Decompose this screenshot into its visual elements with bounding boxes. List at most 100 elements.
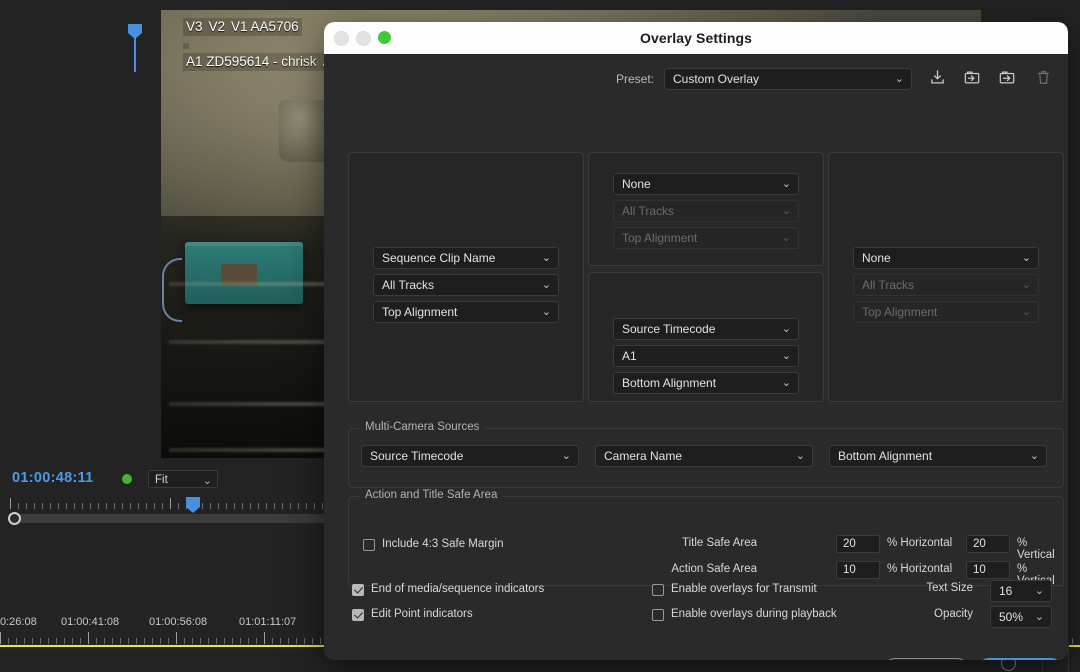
midtop-alignment-select: Top Alignment ⌄ — [613, 227, 799, 249]
ruler-tick — [320, 638, 321, 644]
ruler-tick — [48, 638, 49, 644]
enable-overlays-playback-checkbox[interactable] — [652, 609, 664, 621]
region-middle-bottom-controls: Source Timecode ⌄ A1 ⌄ Bottom Alignment … — [613, 318, 799, 399]
monitor-playhead[interactable] — [186, 497, 200, 513]
include-43-safe-margin-checkbox[interactable] — [363, 539, 375, 551]
title-safe-vertical-input[interactable]: 20 — [966, 535, 1010, 553]
text-size-label: Text Size — [908, 582, 973, 594]
overlay-track-line: V3 — [183, 18, 206, 36]
preset-row: Preset: Custom Overlay ⌄ — [324, 68, 1068, 92]
timeline-divider — [1068, 645, 1069, 672]
end-of-media-indicators-checkbox[interactable] — [352, 584, 364, 596]
monitor-zoom-handle-left[interactable] — [8, 512, 21, 525]
chevron-down-icon: ⌄ — [782, 201, 791, 222]
right-overlay-type-value: None — [862, 251, 891, 265]
export-preset-icon[interactable] — [994, 66, 1020, 92]
midbot-alignment-select[interactable]: Bottom Alignment ⌄ — [613, 372, 799, 394]
region-right-controls: None ⌄ All Tracks ⌄ Top Alignment ⌄ — [853, 247, 1039, 328]
left-alignment-select[interactable]: Top Alignment ⌄ — [373, 301, 559, 323]
mcs-name-select[interactable]: Camera Name ⌄ — [595, 445, 813, 467]
left-overlay-type-value: Sequence Clip Name — [382, 251, 495, 265]
title-safe-vertical-value: 20 — [973, 538, 986, 550]
chevron-down-icon: ⌄ — [782, 319, 791, 340]
mcs-source-select[interactable]: Source Timecode ⌄ — [361, 445, 579, 467]
ruler-tick — [138, 503, 139, 509]
overlay-track-line: V1 AA5706 — [228, 18, 302, 36]
ruler-tick — [154, 503, 155, 509]
ruler-tick — [58, 503, 59, 509]
ruler-tick — [176, 632, 177, 644]
chevron-down-icon: ⌄ — [1022, 248, 1031, 269]
midtop-overlay-type-select[interactable]: None ⌄ — [613, 173, 799, 195]
ruler-tick — [304, 638, 305, 644]
ruler-tick — [90, 503, 91, 509]
ruler-tick — [98, 503, 99, 509]
preset-select[interactable]: Custom Overlay ⌄ — [664, 68, 912, 90]
title-safe-horizontal-value: 20 — [843, 538, 856, 550]
monitor-left-handle[interactable] — [162, 258, 182, 322]
midbot-overlay-type-select[interactable]: Source Timecode ⌄ — [613, 318, 799, 340]
region-panel-middle-top: None ⌄ All Tracks ⌄ Top Alignment ⌄ — [588, 152, 824, 266]
delete-preset-icon[interactable] — [1030, 66, 1056, 92]
region-middle-top-controls: None ⌄ All Tracks ⌄ Top Alignment ⌄ — [613, 173, 799, 254]
ruler-tick — [192, 638, 193, 644]
ruler-tick — [288, 638, 289, 644]
ruler-tick — [40, 638, 41, 644]
chevron-down-icon: ⌄ — [782, 346, 791, 367]
action-safe-vertical-value: 10 — [973, 564, 986, 576]
timeline-playhead[interactable] — [128, 24, 142, 39]
text-size-select[interactable]: 16 ⌄ — [990, 580, 1052, 602]
mcs-alignment-select[interactable]: Bottom Alignment ⌄ — [829, 445, 1047, 467]
chevron-down-icon: ⌄ — [782, 373, 791, 394]
ruler-tick — [240, 638, 241, 644]
save-preset-icon[interactable] — [924, 66, 950, 92]
enable-overlays-playback-label: Enable overlays during playback — [671, 608, 837, 620]
window-controls[interactable] — [334, 31, 391, 46]
left-track-select[interactable]: All Tracks ⌄ — [373, 274, 559, 296]
chevron-down-icon: ⌄ — [203, 472, 212, 490]
overlay-settings-dialog[interactable]: Overlay Settings Preset: Custom Overlay … — [324, 22, 1068, 660]
enable-overlays-transmit-label: Enable overlays for Transmit — [671, 583, 817, 595]
ruler-tick — [1072, 638, 1073, 644]
chevron-down-icon: ⌄ — [1035, 607, 1044, 628]
timeline-time-label: 01:01:11:07 — [239, 616, 296, 628]
title-safe-vertical-unit: % Vertical — [1017, 537, 1063, 561]
minimize-button[interactable] — [356, 31, 371, 46]
right-alignment-select: Top Alignment ⌄ — [853, 301, 1039, 323]
import-preset-icon[interactable] — [959, 66, 985, 92]
midbot-track-select[interactable]: A1 ⌄ — [613, 345, 799, 367]
ruler-tick — [314, 503, 315, 509]
safe-area-section: Action and Title Safe Area Include 4:3 S… — [348, 496, 1064, 586]
enable-overlays-transmit-checkbox[interactable] — [652, 584, 664, 596]
ruler-tick — [72, 638, 73, 644]
dialog-titlebar[interactable]: Overlay Settings — [324, 22, 1068, 54]
cancel-button[interactable]: Cancel — [884, 658, 968, 660]
opacity-select[interactable]: 50% ⌄ — [990, 606, 1052, 628]
zoom-level-select[interactable]: Fit ⌄ — [148, 470, 218, 488]
title-safe-horizontal-input[interactable]: 20 — [836, 535, 880, 553]
action-safe-horizontal-input[interactable]: 10 — [836, 561, 880, 579]
ruler-tick — [128, 638, 129, 644]
close-button[interactable] — [334, 31, 349, 46]
chevron-down-icon: ⌄ — [542, 302, 551, 323]
action-safe-area-label: Action Safe Area — [671, 563, 757, 575]
ruler-tick — [280, 638, 281, 644]
ruler-tick — [226, 503, 227, 509]
ruler-tick — [200, 638, 201, 644]
left-overlay-type-select[interactable]: Sequence Clip Name ⌄ — [373, 247, 559, 269]
current-timecode[interactable]: 01:00:48:11 — [12, 470, 94, 486]
ruler-tick — [266, 503, 267, 509]
ok-button[interactable]: OK — [978, 658, 1062, 660]
ruler-tick — [50, 503, 51, 509]
chevron-down-icon: ⌄ — [796, 446, 805, 467]
maximize-button[interactable] — [378, 31, 391, 44]
region-panel-left: Sequence Clip Name ⌄ All Tracks ⌄ Top Al… — [348, 152, 584, 402]
edit-point-indicators-checkbox[interactable] — [352, 609, 364, 621]
right-track-select: All Tracks ⌄ — [853, 274, 1039, 296]
ruler-tick — [146, 503, 147, 509]
right-overlay-type-select[interactable]: None ⌄ — [853, 247, 1039, 269]
action-safe-vertical-input[interactable]: 10 — [966, 561, 1010, 579]
ruler-tick — [274, 503, 275, 509]
ruler-tick — [106, 503, 107, 509]
multi-camera-sources-legend: Multi-Camera Sources — [359, 421, 485, 433]
